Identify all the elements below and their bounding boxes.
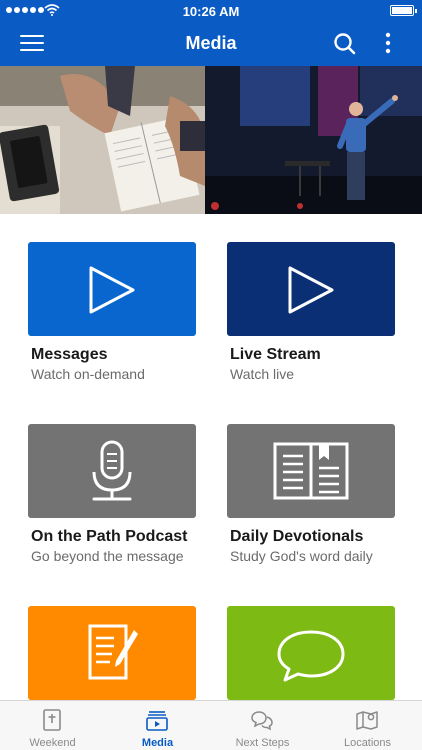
battery-icon [390, 5, 417, 16]
search-icon[interactable] [332, 31, 358, 57]
tile-subtitle: Watch live [230, 366, 295, 382]
live-stream-tile[interactable] [227, 242, 395, 336]
tile-subtitle: Watch on-demand [31, 366, 145, 382]
tab-next-steps[interactable]: Next Steps [210, 701, 315, 750]
tab-weekend[interactable]: Weekend [0, 701, 105, 750]
more-options-icon[interactable] [378, 31, 398, 57]
tile-subtitle: Go beyond the message [31, 548, 184, 564]
play-icon [288, 266, 334, 314]
bible-icon [43, 709, 61, 731]
status-bar: 10:26 AM [0, 0, 422, 22]
tile-subtitle: Study God's word daily [230, 548, 373, 564]
tab-locations[interactable]: Locations [315, 701, 420, 750]
bottom-tab-bar: Weekend Media Next Steps Locations [0, 700, 422, 750]
microphone-icon [92, 440, 132, 501]
tile-title[interactable]: Daily Devotionals [230, 528, 420, 546]
tab-label: Media [141, 737, 174, 749]
chat-tile[interactable] [227, 606, 395, 700]
notes-tile[interactable] [28, 606, 196, 700]
messages-tile[interactable] [28, 242, 196, 336]
tile-title[interactable]: Live Stream [230, 346, 420, 364]
devotionals-tile[interactable] [227, 424, 395, 518]
tab-media[interactable]: Media [105, 701, 210, 750]
chat-bubbles-icon [251, 711, 273, 731]
hero-banner-image [0, 66, 422, 214]
tab-label: Weekend [29, 737, 76, 749]
podcast-tile[interactable] [28, 424, 196, 518]
play-icon [89, 266, 135, 314]
map-pin-icon [356, 711, 378, 730]
notes-pencil-icon [88, 624, 138, 680]
tab-label: Locations [343, 737, 392, 749]
navigation-bar: Media [0, 22, 422, 66]
open-book-icon [273, 442, 349, 500]
chat-bubble-icon [277, 630, 345, 682]
status-time: 10:26 AM [182, 4, 240, 19]
tile-title[interactable]: On the Path Podcast [31, 528, 221, 546]
media-icon [146, 711, 168, 731]
tab-label: Next Steps [235, 737, 290, 749]
page-title: Media [185, 33, 237, 53]
tile-title[interactable]: Messages [31, 346, 221, 364]
